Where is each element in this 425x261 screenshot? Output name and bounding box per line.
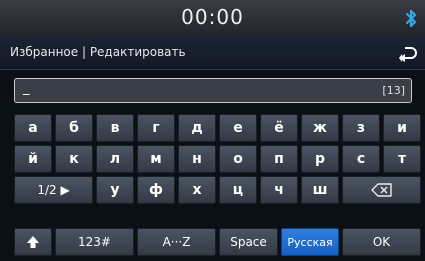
- title-bar: Избранное | Редактировать: [0, 37, 425, 70]
- key-letter[interactable]: ш: [301, 176, 339, 204]
- keyboard-screen: 00:00 Избранное | Редактировать _ [13] а…: [0, 0, 425, 261]
- ok-button[interactable]: OK: [342, 228, 421, 256]
- page-toggle-key[interactable]: 1/2 ▶: [14, 176, 93, 204]
- key-letter[interactable]: к: [55, 145, 93, 173]
- key-letter[interactable]: з: [342, 114, 380, 142]
- key-letter[interactable]: п: [260, 145, 298, 173]
- backspace-key[interactable]: [342, 176, 421, 204]
- key-letter[interactable]: ё: [260, 114, 298, 142]
- shift-key[interactable]: [14, 228, 52, 256]
- key-letter[interactable]: н: [178, 145, 216, 173]
- key-letter[interactable]: б: [55, 114, 93, 142]
- status-bar: 00:00: [0, 0, 425, 37]
- key-letter[interactable]: в: [96, 114, 134, 142]
- backspace-icon: [370, 183, 392, 197]
- character-counter: [13]: [382, 84, 405, 97]
- language-key-russian[interactable]: Русская: [281, 228, 339, 256]
- key-letter[interactable]: д: [178, 114, 216, 142]
- key-letter[interactable]: у: [96, 176, 134, 204]
- back-arrow-icon[interactable]: [398, 43, 420, 63]
- key-letter[interactable]: т: [383, 145, 421, 173]
- text-input-field[interactable]: _ [13]: [14, 78, 412, 103]
- bluetooth-icon: [405, 9, 417, 28]
- key-letter[interactable]: м: [137, 145, 175, 173]
- key-letter[interactable]: е: [219, 114, 257, 142]
- key-letter[interactable]: ф: [137, 176, 175, 204]
- key-letter[interactable]: а: [14, 114, 52, 142]
- key-letter[interactable]: х: [178, 176, 216, 204]
- shift-arrow-icon: [27, 236, 39, 248]
- space-key[interactable]: Space: [219, 228, 278, 256]
- key-letter[interactable]: л: [96, 145, 134, 173]
- key-letter[interactable]: ж: [301, 114, 339, 142]
- clock: 00:00: [181, 5, 244, 29]
- numbers-symbols-key[interactable]: 123#: [55, 228, 134, 256]
- key-letter[interactable]: о: [219, 145, 257, 173]
- latin-keyboard-key[interactable]: A···Z: [137, 228, 216, 256]
- key-letter[interactable]: ч: [260, 176, 298, 204]
- key-letter[interactable]: с: [342, 145, 380, 173]
- key-letter[interactable]: и: [383, 114, 421, 142]
- page-title: Избранное | Редактировать: [10, 45, 186, 59]
- key-letter[interactable]: г: [137, 114, 175, 142]
- key-letter[interactable]: р: [301, 145, 339, 173]
- key-letter[interactable]: ц: [219, 176, 257, 204]
- key-letter[interactable]: й: [14, 145, 52, 173]
- input-text: _: [23, 81, 30, 96]
